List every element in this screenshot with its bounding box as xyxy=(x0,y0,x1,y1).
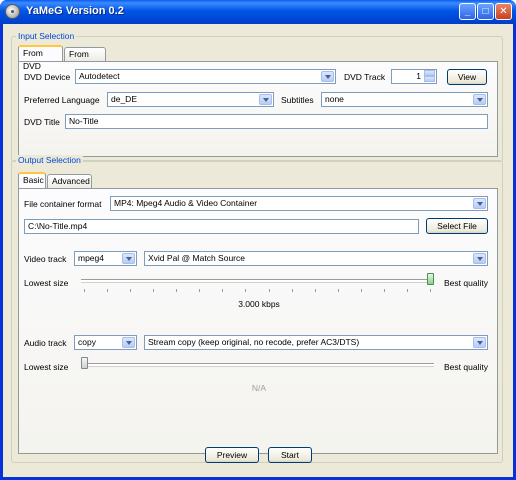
audio-codec-value: copy xyxy=(78,337,96,347)
input-selection-title: Input Selection xyxy=(16,31,77,41)
client-area: Input Selection From DVD From File DVD D… xyxy=(3,24,513,477)
input-selection-group: Input Selection From DVD From File DVD D… xyxy=(11,31,503,162)
video-track-label: Video track xyxy=(24,254,67,264)
slider-tick xyxy=(107,289,109,292)
tab-from-file[interactable]: From File xyxy=(64,47,106,71)
view-button[interactable]: View xyxy=(447,69,487,85)
output-tabs: Basic Advanced xyxy=(18,172,498,188)
slider-tick xyxy=(199,289,201,292)
dvd-title-label: DVD Title xyxy=(24,117,60,127)
maximize-icon: □ xyxy=(482,6,489,17)
chevron-down-icon xyxy=(321,71,334,82)
chevron-down-icon xyxy=(473,94,486,105)
preferred-language-select[interactable]: de_DE xyxy=(107,92,274,107)
chevron-down-icon xyxy=(473,253,486,264)
preferred-language-label: Preferred Language xyxy=(24,95,100,105)
window-title: YaMeG Version 0.2 xyxy=(26,5,124,17)
dvd-track-label: DVD Track xyxy=(344,72,386,82)
tab-advanced[interactable]: Advanced xyxy=(47,174,92,188)
spinner-arrows[interactable] xyxy=(424,70,435,82)
video-best-quality-label: Best quality xyxy=(444,278,488,288)
video-preset-select[interactable]: Xvid Pal @ Match Source xyxy=(144,251,488,266)
video-quality-slider[interactable] xyxy=(81,279,434,282)
preview-button[interactable]: Preview xyxy=(205,447,259,463)
slider-tick xyxy=(84,289,85,292)
title-bar[interactable]: YaMeG Version 0.2 _ □ ✕ xyxy=(0,0,516,24)
close-button[interactable]: ✕ xyxy=(495,3,512,20)
basic-page: File container format MP4: Mpeg4 Audio &… xyxy=(18,188,498,454)
input-tabs: From DVD From File xyxy=(18,45,498,71)
slider-tick xyxy=(176,289,178,292)
output-selection-title: Output Selection xyxy=(16,155,83,165)
minimize-button[interactable]: _ xyxy=(459,3,476,20)
dvd-track-spinner[interactable]: 1 xyxy=(391,69,437,84)
video-codec-value: mpeg4 xyxy=(78,253,104,263)
slider-tick xyxy=(291,289,293,292)
audio-preset-value: Stream copy (keep original, no recode, p… xyxy=(148,337,360,347)
subtitles-select[interactable]: none xyxy=(321,92,488,107)
chevron-down-icon xyxy=(473,198,486,209)
chevron-down-icon xyxy=(259,94,272,105)
container-format-label: File container format xyxy=(24,199,102,209)
audio-track-label: Audio track xyxy=(24,338,67,348)
slider-tick xyxy=(430,289,431,292)
audio-quality-slider[interactable] xyxy=(81,363,434,366)
video-codec-select[interactable]: mpeg4 xyxy=(74,251,137,266)
maximize-button[interactable]: □ xyxy=(477,3,494,20)
slider-tick xyxy=(153,289,155,292)
tab-from-dvd[interactable]: From DVD xyxy=(18,45,63,71)
audio-codec-select[interactable]: copy xyxy=(74,335,137,350)
audio-bitrate-text: N/A xyxy=(251,383,267,393)
app-window: YaMeG Version 0.2 _ □ ✕ Input Selection … xyxy=(0,0,516,480)
output-path-value: C:\No-Title.mp4 xyxy=(28,221,88,231)
app-disc-icon xyxy=(5,4,20,19)
audio-quality-slider-thumb[interactable] xyxy=(81,357,88,369)
container-format-value: MP4: Mpeg4 Audio & Video Container xyxy=(114,198,258,208)
spin-down-icon[interactable] xyxy=(424,76,435,82)
close-icon: ✕ xyxy=(499,6,508,17)
output-path-input[interactable]: C:\No-Title.mp4 xyxy=(24,219,419,234)
chevron-down-icon xyxy=(473,337,486,348)
start-button[interactable]: Start xyxy=(268,447,312,463)
slider-tick xyxy=(130,289,132,292)
minimize-icon: _ xyxy=(464,6,471,17)
tab-basic[interactable]: Basic xyxy=(18,172,46,188)
slider-tick xyxy=(245,289,247,292)
audio-best-quality-label: Best quality xyxy=(444,362,488,372)
video-quality-slider-thumb[interactable] xyxy=(427,273,434,285)
slider-tick xyxy=(222,289,224,292)
from-dvd-page: DVD Device Autodetect DVD Track 1 View P… xyxy=(18,61,498,157)
chevron-down-icon xyxy=(122,253,135,264)
slider-tick xyxy=(406,289,408,292)
dvd-device-select[interactable]: Autodetect xyxy=(75,69,336,84)
dvd-device-label: DVD Device xyxy=(24,72,71,82)
container-format-select[interactable]: MP4: Mpeg4 Audio & Video Container xyxy=(110,196,488,211)
chevron-down-icon xyxy=(122,337,135,348)
video-preset-value: Xvid Pal @ Match Source xyxy=(148,253,245,263)
dvd-title-value: No-Title xyxy=(69,116,99,126)
preferred-language-value: de_DE xyxy=(111,94,137,104)
slider-tick xyxy=(337,289,339,292)
slider-tick xyxy=(314,289,316,292)
video-bitrate-text: 3.000 kbps xyxy=(238,299,280,309)
dvd-track-value: 1 xyxy=(416,71,421,81)
output-selection-group: Output Selection Basic Advanced File con… xyxy=(11,155,503,463)
video-lowest-size-label: Lowest size xyxy=(24,278,69,288)
audio-preset-select[interactable]: Stream copy (keep original, no recode, p… xyxy=(144,335,488,350)
subtitles-value: none xyxy=(325,94,344,104)
slider-tick xyxy=(383,289,385,292)
slider-tick xyxy=(360,289,362,292)
select-file-button[interactable]: Select File xyxy=(426,218,488,234)
subtitles-label: Subtitles xyxy=(281,95,314,105)
slider-tick xyxy=(268,289,270,292)
dvd-device-value: Autodetect xyxy=(79,71,120,81)
dvd-title-input[interactable]: No-Title xyxy=(65,114,488,129)
audio-lowest-size-label: Lowest size xyxy=(24,362,69,372)
